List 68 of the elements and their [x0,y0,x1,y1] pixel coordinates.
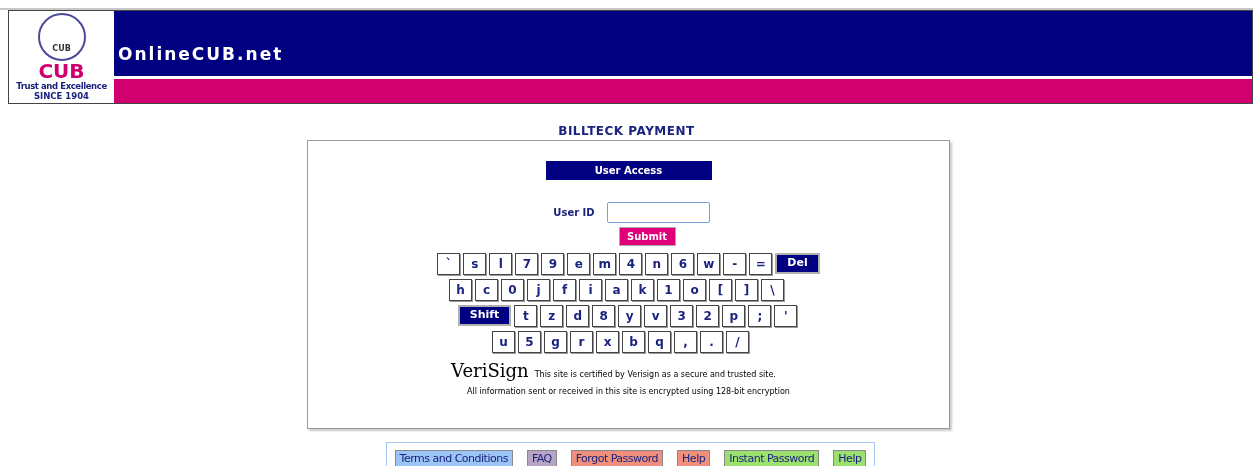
site-name: OnlineCUB.net [118,42,284,66]
keyboard-key[interactable]: q [648,331,671,353]
keyboard-key[interactable]: m [593,253,617,275]
keyboard-key[interactable]: 5 [518,331,541,353]
certified-text: This site is certified by Verisign as a secure and trusted site. [534,369,776,381]
footer-link[interactable]: Help [833,450,867,466]
keyboard-key[interactable]: l [489,253,513,275]
keyboard-key[interactable]: ; [748,305,772,327]
keyboard-key[interactable]: u [492,331,515,353]
tagline: Trust and Excellence [16,81,107,91]
keyboard-key[interactable]: , [674,331,697,353]
encryption-text: All information sent or received in this site is encrypted using 128-bit encryption [467,386,790,398]
footer-link[interactable]: FAQ [526,450,557,466]
keyboard-key[interactable]: c [475,279,498,301]
keyboard-key[interactable]: 3 [670,305,694,327]
keyboard-key[interactable]: g [544,331,567,353]
field-label: User ID [553,206,595,220]
user-id-field[interactable] [606,202,710,223]
keyboard-key[interactable]: ` [437,253,461,275]
keyboard-key[interactable]: 7 [515,253,539,275]
keyboard-key[interactable]: = [749,253,773,275]
keyboard-key[interactable]: 2 [696,305,720,327]
keyboard-key[interactable]: a [605,279,628,301]
keyboard-key[interactable]: n [645,253,669,275]
keyboard-key[interactable]: 4 [619,253,643,275]
keyboard-key[interactable]: \ [761,279,784,301]
keyboard-key[interactable]: b [622,331,645,353]
footer-link[interactable]: Help [677,450,711,466]
footer-link[interactable]: Forgot Password [570,450,664,466]
keyboard-key[interactable]: y [618,305,642,327]
keyboard-key[interactable]: 0 [501,279,524,301]
keyboard-key[interactable]: Shift [457,305,512,326]
footer-link[interactable]: Instant Password [724,450,820,466]
page-title: BILLTECK PAYMENT [558,123,695,140]
keyboard-key[interactable]: / [726,331,749,353]
keyboard-key[interactable]: r [570,331,593,353]
keyboard-key[interactable]: p [722,305,746,327]
since-text: SINCE 1904 [33,91,90,101]
keyboard-key[interactable]: o [683,279,706,301]
keyboard-key[interactable]: x [596,331,619,353]
keyboard-key[interactable]: - [723,253,747,275]
keyboard-key[interactable]: [ [709,279,732,301]
emblem-text: CUB [52,43,71,55]
keyboard-key[interactable]: 9 [541,253,565,275]
keyboard-key[interactable]: . [700,331,723,353]
keyboard-key[interactable]: k [631,279,654,301]
keyboard-key[interactable]: j [527,279,550,301]
keyboard-key[interactable]: e [567,253,591,275]
panel-heading: User Access [545,161,712,180]
keyboard-key[interactable]: h [449,279,472,301]
keyboard-key[interactable]: Del [775,253,820,274]
keyboard-key[interactable]: w [697,253,721,275]
keyboard-key[interactable]: d [566,305,590,327]
verisign-logo: VeriSign [451,361,529,381]
keyboard-key[interactable]: f [553,279,576,301]
keyboard-key[interactable]: i [579,279,602,301]
logo-text: CUB [38,61,85,81]
keyboard-key[interactable]: 8 [592,305,616,327]
keyboard-key[interactable]: ' [774,305,798,327]
keyboard-key[interactable]: s [463,253,487,275]
keyboard-key[interactable]: z [540,305,564,327]
keyboard-key[interactable]: ] [735,279,758,301]
keyboard-key[interactable]: v [644,305,668,327]
footer-link[interactable]: Terms and Conditions [394,450,513,466]
keyboard-key[interactable]: t [514,305,538,327]
keyboard-key[interactable]: 1 [657,279,680,301]
submit-button[interactable]: Submit [618,227,676,246]
keyboard-key[interactable]: 6 [671,253,695,275]
